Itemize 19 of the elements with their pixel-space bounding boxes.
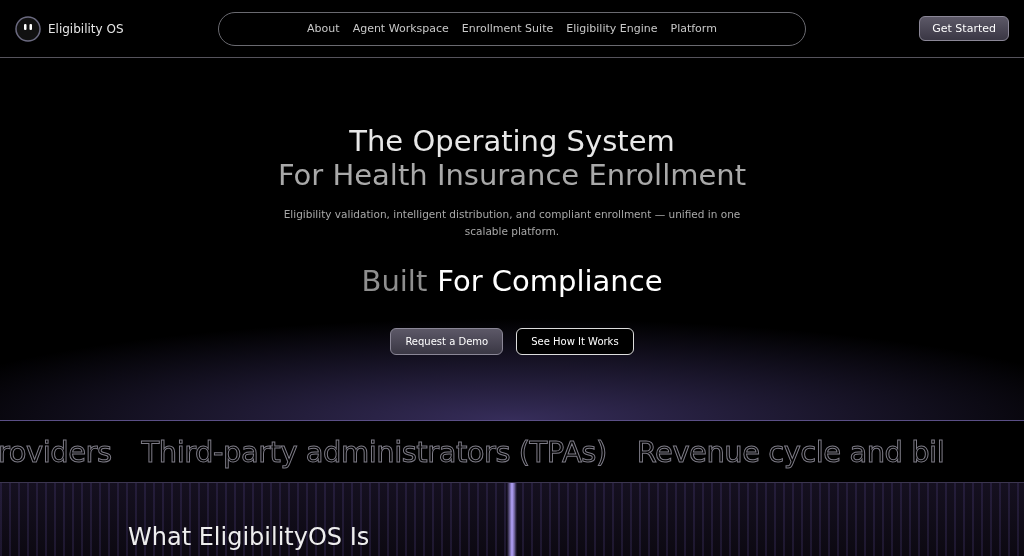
marquee-text: Revenue cycle and bil (636, 434, 945, 469)
hero-title: For Health Insurance Enrollment (277, 158, 747, 192)
tagline: Built (361, 264, 428, 298)
logo-icon (15, 15, 41, 42)
tagline: For Compliance (437, 264, 663, 298)
nav-link[interactable]: Agent Workspace (352, 22, 449, 35)
get-started-button[interactable]: Get Started (919, 16, 1009, 41)
brand-name[interactable]: Eligibility OS (48, 21, 124, 36)
nav-link[interactable]: Eligibility Engine (566, 22, 658, 35)
hero-title: The Operating System (349, 124, 675, 158)
demo-button[interactable]: Request a Demo (390, 328, 504, 355)
nav-link[interactable]: Platform (670, 22, 717, 35)
hero-subtitle: Eligibility validation, intelligent distribution, and compliant enrollment — unified in one scalable platform. (282, 207, 742, 239)
marquee-text: roviders (0, 434, 112, 469)
section-heading: What EligibilityOS Is (128, 523, 371, 551)
nav-link[interactable]: Enrollment Suite (461, 22, 554, 35)
nav-link[interactable]: About (307, 22, 340, 35)
marquee-text: Third-party administrators (TPAs) (141, 434, 607, 469)
how-it-works-button[interactable]: See How It Works (516, 328, 634, 355)
